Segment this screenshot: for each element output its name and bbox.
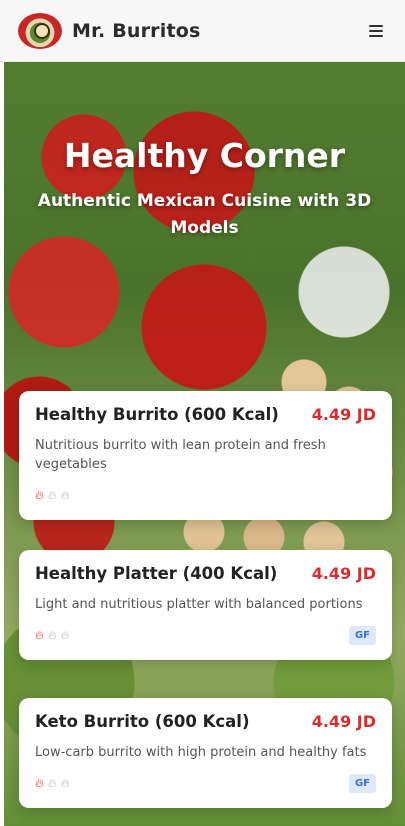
spice-level: 🔥︎ 🔥︎ 🔥︎ — [35, 776, 69, 790]
menu-item-price: 4.49 JD — [311, 712, 376, 731]
menu-item-price: 4.49 JD — [311, 405, 376, 424]
menu-item-description: Light and nutritious platter with balanc… — [35, 597, 363, 612]
menu-item-title: Keto Burrito (600 Kcal) — [35, 712, 250, 731]
menu-item-price: 4.49 JD — [311, 564, 376, 583]
gluten-free-badge: GF — [348, 625, 376, 645]
flame-icon: 🔥︎ — [47, 776, 57, 790]
spice-level: 🔥︎ 🔥︎ 🔥︎ — [35, 488, 69, 502]
top-header: Mr. Burritos — [0, 0, 405, 62]
gluten-free-badge: GF — [348, 773, 376, 793]
menu-card-healthy-burrito[interactable]: Healthy Burrito (600 Kcal) 4.49 JD Nutri… — [19, 391, 392, 520]
flame-icon: 🔥︎ — [35, 488, 44, 502]
page-subtitle: Authentic Mexican Cuisine with 3D Models — [37, 191, 372, 238]
flame-icon: 🔥︎ — [47, 488, 57, 502]
menu-item-title: Healthy Platter (400 Kcal) — [35, 564, 278, 583]
flame-icon: 🔥︎ — [60, 628, 70, 642]
menu-card-keto-burrito[interactable]: Keto Burrito (600 Kcal) 4.49 JD Low-carb… — [19, 698, 392, 808]
menu-item-description: Nutritious burrito with lean protein and… — [35, 438, 326, 472]
flame-icon: 🔥︎ — [60, 488, 70, 502]
brand-name[interactable]: Mr. Burritos — [72, 20, 201, 42]
menu-card-healthy-platter[interactable]: Healthy Platter (400 Kcal) 4.49 JD Light… — [19, 550, 392, 660]
burrito-logo-icon[interactable] — [18, 12, 62, 49]
flame-icon: 🔥︎ — [47, 628, 57, 642]
spice-level: 🔥︎ 🔥︎ 🔥︎ — [35, 628, 69, 642]
menu-item-description: Low-carb burrito with high protein and h… — [35, 745, 367, 760]
flame-icon: 🔥︎ — [35, 776, 44, 790]
page-title: Healthy Corner — [63, 136, 346, 175]
menu-item-title: Healthy Burrito (600 Kcal) — [35, 405, 279, 424]
flame-icon: 🔥︎ — [35, 628, 44, 642]
hamburger-menu-icon[interactable] — [365, 20, 387, 42]
flame-icon: 🔥︎ — [60, 776, 70, 790]
